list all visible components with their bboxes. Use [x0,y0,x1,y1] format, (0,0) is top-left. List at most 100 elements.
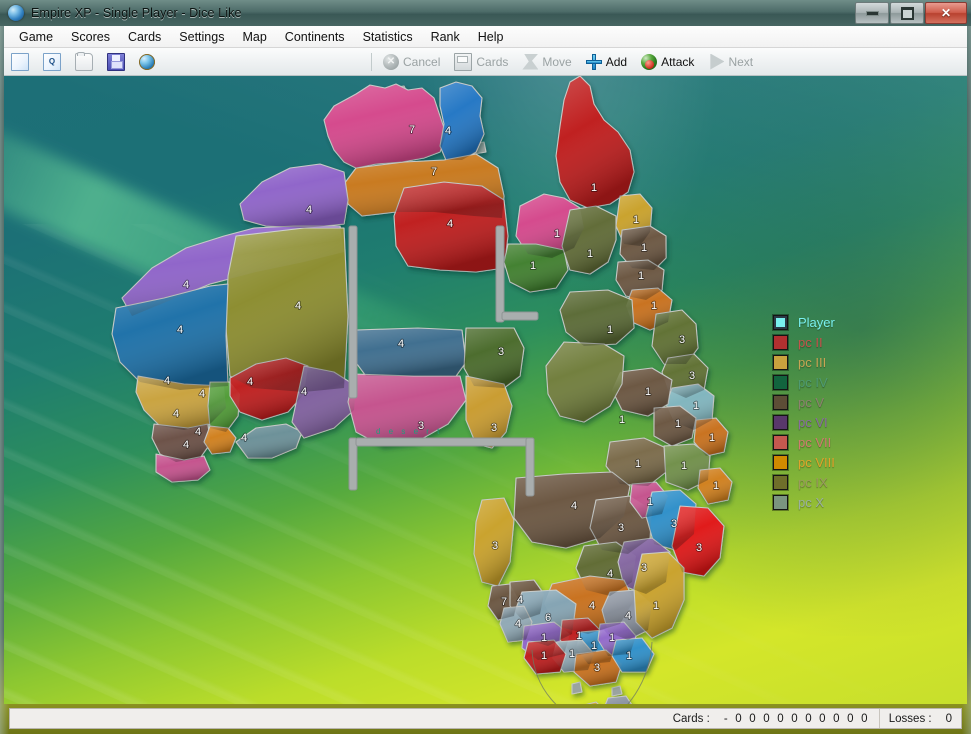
cancel-icon: ✕ [383,53,399,70]
troop-count: 7 [409,124,415,136]
menu-item-statistics[interactable]: Statistics [354,28,422,46]
troop-count: 1 [635,458,641,470]
troop-count: 1 [607,324,613,336]
next-icon [710,53,725,70]
maximize-button[interactable] [890,2,924,24]
legend-item-pc3[interactable]: pc III [773,352,893,372]
menu-item-cards[interactable]: Cards [119,28,170,46]
territory[interactable] [568,701,608,704]
cards-button[interactable]: Cards [448,50,514,74]
menu-item-continents[interactable]: Continents [276,28,354,46]
legend-label-pc9: pc IX [798,474,828,490]
status-bar: Cards : - 0 0 0 0 0 0 0 0 0 0 Losses : 0 [9,708,962,729]
save-button[interactable] [101,50,131,74]
troop-count: 3 [618,522,624,534]
troop-count: 4 [517,594,523,606]
cards-status-label: Cards : [672,712,710,725]
menu-item-game[interactable]: Game [10,28,62,46]
troop-count: 1 [653,600,659,612]
menu-item-map[interactable]: Map [233,28,275,46]
troop-count: 1 [569,648,575,660]
attack-icon [641,53,658,70]
status-cards: Cards : - 0 0 0 0 0 0 0 0 0 0 [664,709,879,728]
toolbar-file-group: Q [4,48,162,75]
troop-count: 1 [609,632,615,644]
troop-count: 4 [183,439,189,451]
legend-label-pc2: pc II [798,334,823,350]
troop-count: 1 [619,414,625,426]
legend-item-pc5[interactable]: pc V [773,392,893,412]
legend-swatch-player [773,314,788,330]
cancel-button[interactable]: ✕ Cancel [377,50,446,74]
attack-button[interactable]: Attack [635,50,700,74]
web-button[interactable] [133,50,161,74]
legend-swatch-pc9 [773,474,788,490]
find-button[interactable]: Q [37,50,67,74]
add-button[interactable]: Add [580,50,633,74]
troop-count: 1 [554,228,560,240]
legend-swatch-pc4 [773,374,788,390]
menu-item-help[interactable]: Help [469,28,513,46]
move-icon [522,53,539,70]
legend-item-pc10[interactable]: pc X [773,492,893,512]
troop-count: 4 [247,376,253,388]
cancel-label: Cancel [403,54,441,69]
troop-count: 4 [177,324,183,336]
legend-item-player[interactable]: Player [773,312,893,332]
minimize-button[interactable] [855,2,889,24]
legend-label-player: Player [798,314,835,330]
legend-swatch-pc8 [773,454,788,470]
troop-count: 1 [541,650,547,662]
legend-label-pc3: pc III [798,354,827,370]
open-button[interactable] [69,50,99,74]
territory-sheen [240,164,348,228]
next-button[interactable]: Next [702,50,759,74]
menu-item-settings[interactable]: Settings [170,28,233,46]
legend-item-pc9[interactable]: pc IX [773,472,893,492]
legend-item-pc8[interactable]: pc VIII [773,452,893,472]
game-map-canvas[interactable]: d e s e r t 7474444444444444433311111111… [4,76,967,704]
territory-sheen [440,82,484,160]
troop-count: 1 [681,460,687,472]
troop-count: 7 [501,596,507,608]
legend-label-pc4: pc IV [798,374,828,390]
troop-count: 3 [689,370,695,382]
legend-item-pc7[interactable]: pc VII [773,432,893,452]
move-button[interactable]: Move [516,50,577,74]
globe-icon [139,53,155,70]
cards-status-value: - 0 0 0 0 0 0 0 0 0 0 [723,712,870,725]
troop-count: 3 [498,346,504,358]
legend-item-pc2[interactable]: pc II [773,332,893,352]
troop-count: 3 [679,334,685,346]
open-folder-icon [75,51,93,71]
troop-count: 3 [492,540,498,552]
window-controls: ✕ [855,2,967,24]
troop-count: 3 [418,420,424,432]
troop-count: 1 [541,632,547,644]
toolbar-action-group: ✕ Cancel Cards Move Add Attack Next [376,48,760,75]
legend-label-pc6: pc VI [798,414,828,430]
troop-count: 1 [651,300,657,312]
troop-count: 1 [693,400,699,412]
troop-count: 1 [645,386,651,398]
window-title: Empire XP - Single Player - Dice Like [31,6,242,20]
new-document-icon [11,52,29,71]
status-losses: Losses : 0 [878,709,961,728]
new-button[interactable] [5,50,35,74]
troop-count: 3 [671,518,677,530]
troop-count: 4 [625,610,631,622]
legend-swatch-pc2 [773,334,788,350]
menu-item-scores[interactable]: Scores [62,28,119,46]
legend-item-pc4[interactable]: pc IV [773,372,893,392]
legend-label-pc10: pc X [798,494,825,510]
losses-status-label: Losses : [888,712,932,725]
cards-label: Cards [476,54,509,69]
toolbar: Q ✕ Cancel Cards Move Add Attack Next [4,48,967,76]
troop-count: 1 [713,480,719,492]
menu-item-rank[interactable]: Rank [422,28,469,46]
close-button[interactable]: ✕ [925,2,967,24]
troop-count: 3 [594,662,600,674]
troop-count: 4 [571,500,577,512]
move-label: Move [542,54,572,69]
legend-item-pc6[interactable]: pc VI [773,412,893,432]
